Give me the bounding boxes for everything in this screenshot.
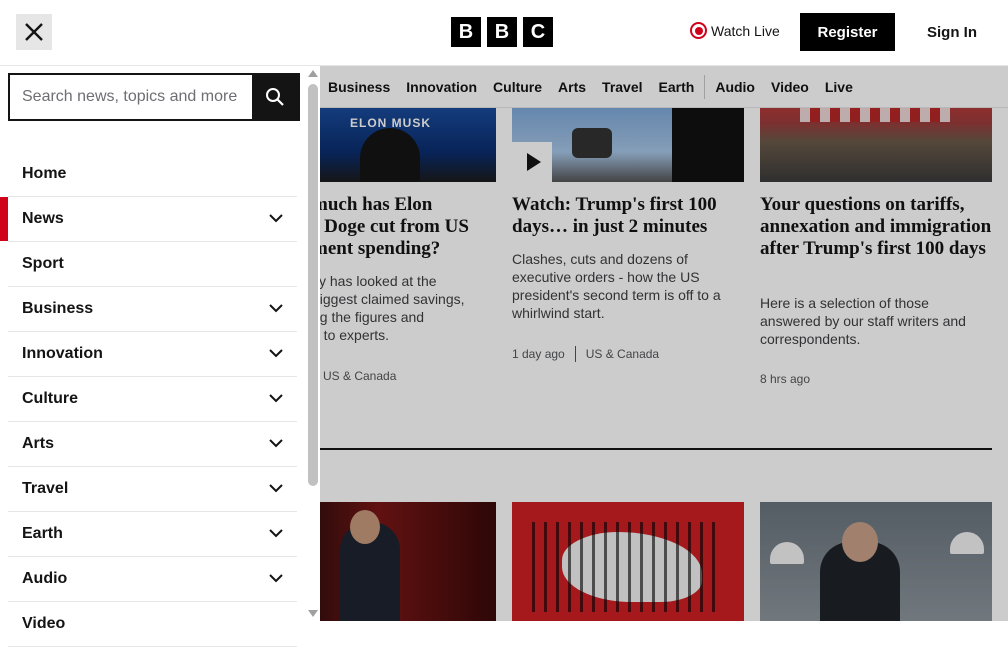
chevron-down-icon[interactable] <box>269 436 283 450</box>
menu-item-label: News <box>22 210 64 227</box>
menu-item-news[interactable]: News <box>0 197 297 242</box>
logo-letter: B <box>451 17 481 47</box>
chevron-down-icon[interactable] <box>269 391 283 405</box>
search-button[interactable] <box>252 75 298 119</box>
scroll-down-arrow-icon[interactable] <box>308 610 318 617</box>
close-icon <box>25 23 43 41</box>
chevron-down-icon[interactable] <box>269 301 283 315</box>
watch-live-label: Watch Live <box>711 22 780 39</box>
chevron-down-icon[interactable] <box>269 571 283 585</box>
menu-item-culture[interactable]: Culture <box>8 377 297 422</box>
site-header: B B C Watch Live Register Sign In <box>0 0 1008 66</box>
drawer-scrollbar[interactable] <box>306 66 320 621</box>
search-input[interactable] <box>10 75 252 119</box>
menu-item-video[interactable]: Video <box>8 602 297 647</box>
search-form <box>8 73 300 121</box>
menu-item-label: Business <box>22 300 94 317</box>
menu-item-label: Video <box>22 615 66 632</box>
menu-item-label: Home <box>22 165 67 182</box>
menu-item-innovation[interactable]: Innovation <box>8 332 297 377</box>
chevron-down-icon[interactable] <box>269 211 283 225</box>
menu-item-label: Earth <box>22 525 63 542</box>
menu-item-earth[interactable]: Earth <box>8 512 297 557</box>
search-icon <box>266 88 284 106</box>
menu-item-business[interactable]: Business <box>8 287 297 332</box>
navigation-drawer: Home News Sport Business Innovation Cult… <box>0 66 320 647</box>
menu-item-label: Sport <box>22 255 64 272</box>
menu-item-label: Audio <box>22 570 68 587</box>
chevron-down-icon[interactable] <box>269 526 283 540</box>
menu-item-label: Innovation <box>22 345 103 362</box>
menu-item-arts[interactable]: Arts <box>8 422 297 467</box>
menu-item-label: Travel <box>22 480 69 497</box>
logo-letter: B <box>487 17 517 47</box>
menu-item-travel[interactable]: Travel <box>8 467 297 512</box>
chevron-down-icon[interactable] <box>269 346 283 360</box>
live-dot-icon <box>690 22 707 39</box>
menu-item-label: Culture <box>22 390 78 407</box>
close-menu-button[interactable] <box>16 14 52 50</box>
menu-item-sport[interactable]: Sport <box>8 242 297 287</box>
scroll-up-arrow-icon[interactable] <box>308 70 318 77</box>
watch-live-link[interactable]: Watch Live <box>690 22 780 39</box>
register-button[interactable]: Register <box>800 13 895 51</box>
sign-in-button[interactable]: Sign In <box>918 13 986 51</box>
bbc-logo[interactable]: B B C <box>451 17 553 47</box>
menu-item-label: Arts <box>22 435 55 452</box>
logo-letter: C <box>523 17 553 47</box>
chevron-down-icon[interactable] <box>269 481 283 495</box>
menu-item-home[interactable]: Home <box>8 152 297 197</box>
drawer-menu: Home News Sport Business Innovation Cult… <box>0 152 297 647</box>
scrollbar-thumb[interactable] <box>308 84 318 486</box>
menu-item-audio[interactable]: Audio <box>8 557 297 602</box>
